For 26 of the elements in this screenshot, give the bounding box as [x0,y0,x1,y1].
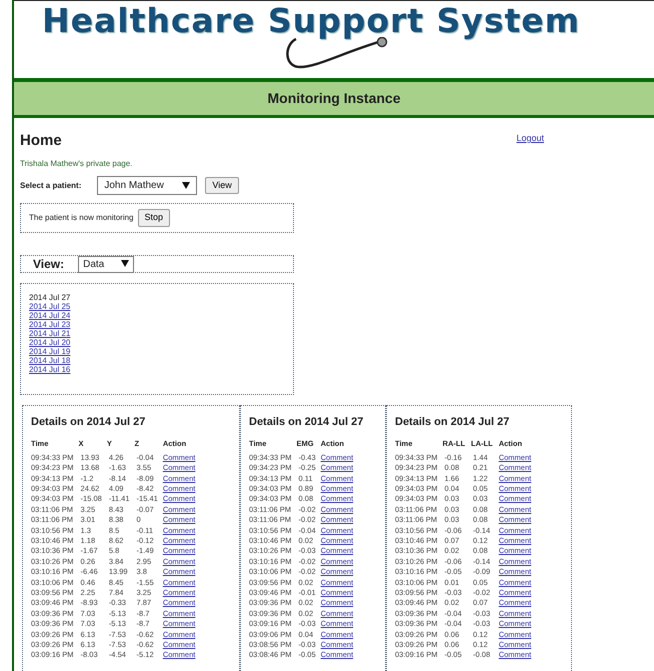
date-link[interactable]: 2014 Jul 20 [29,338,70,347]
date-link[interactable]: 2014 Jul 16 [29,365,70,374]
view-button[interactable]: View [205,176,239,194]
logout-link[interactable]: Logout [516,132,544,146]
view-select[interactable]: Data [78,256,134,272]
patient-select[interactable]: John Mathew [97,176,198,195]
date-link[interactable]: 2014 Jul 19 [29,347,70,356]
details-title: Details on 2014 Jul 27 [395,415,510,430]
page-heading: Home [20,132,62,150]
date-link[interactable]: 2014 Jul 18 [29,356,70,365]
status-text: The patient is now monitoring [29,212,134,224]
date-link[interactable]: 2014 Jul 25 [29,302,70,311]
date-link[interactable]: 2014 Jul 24 [29,311,70,320]
date-link[interactable]: 2014 Jul 23 [29,320,70,329]
banner-title: Monitoring Instance [14,82,654,118]
view-label: View: [33,256,64,273]
details-title: Details on 2014 Jul 27 [31,415,146,430]
owner-note: Trishala Mathew's private page. [20,158,134,170]
stop-button[interactable]: Stop [138,209,170,227]
site-title: Healthcare Support System [42,1,580,41]
date-link[interactable]: 2014 Jul 21 [29,329,70,338]
patient-label: Select a patient: [20,180,82,192]
date-entry[interactable]: 2014 Jul 27 [29,293,70,302]
caret-icon [182,182,190,189]
details-title: Details on 2014 Jul 27 [249,415,364,430]
caret-icon [121,260,130,268]
